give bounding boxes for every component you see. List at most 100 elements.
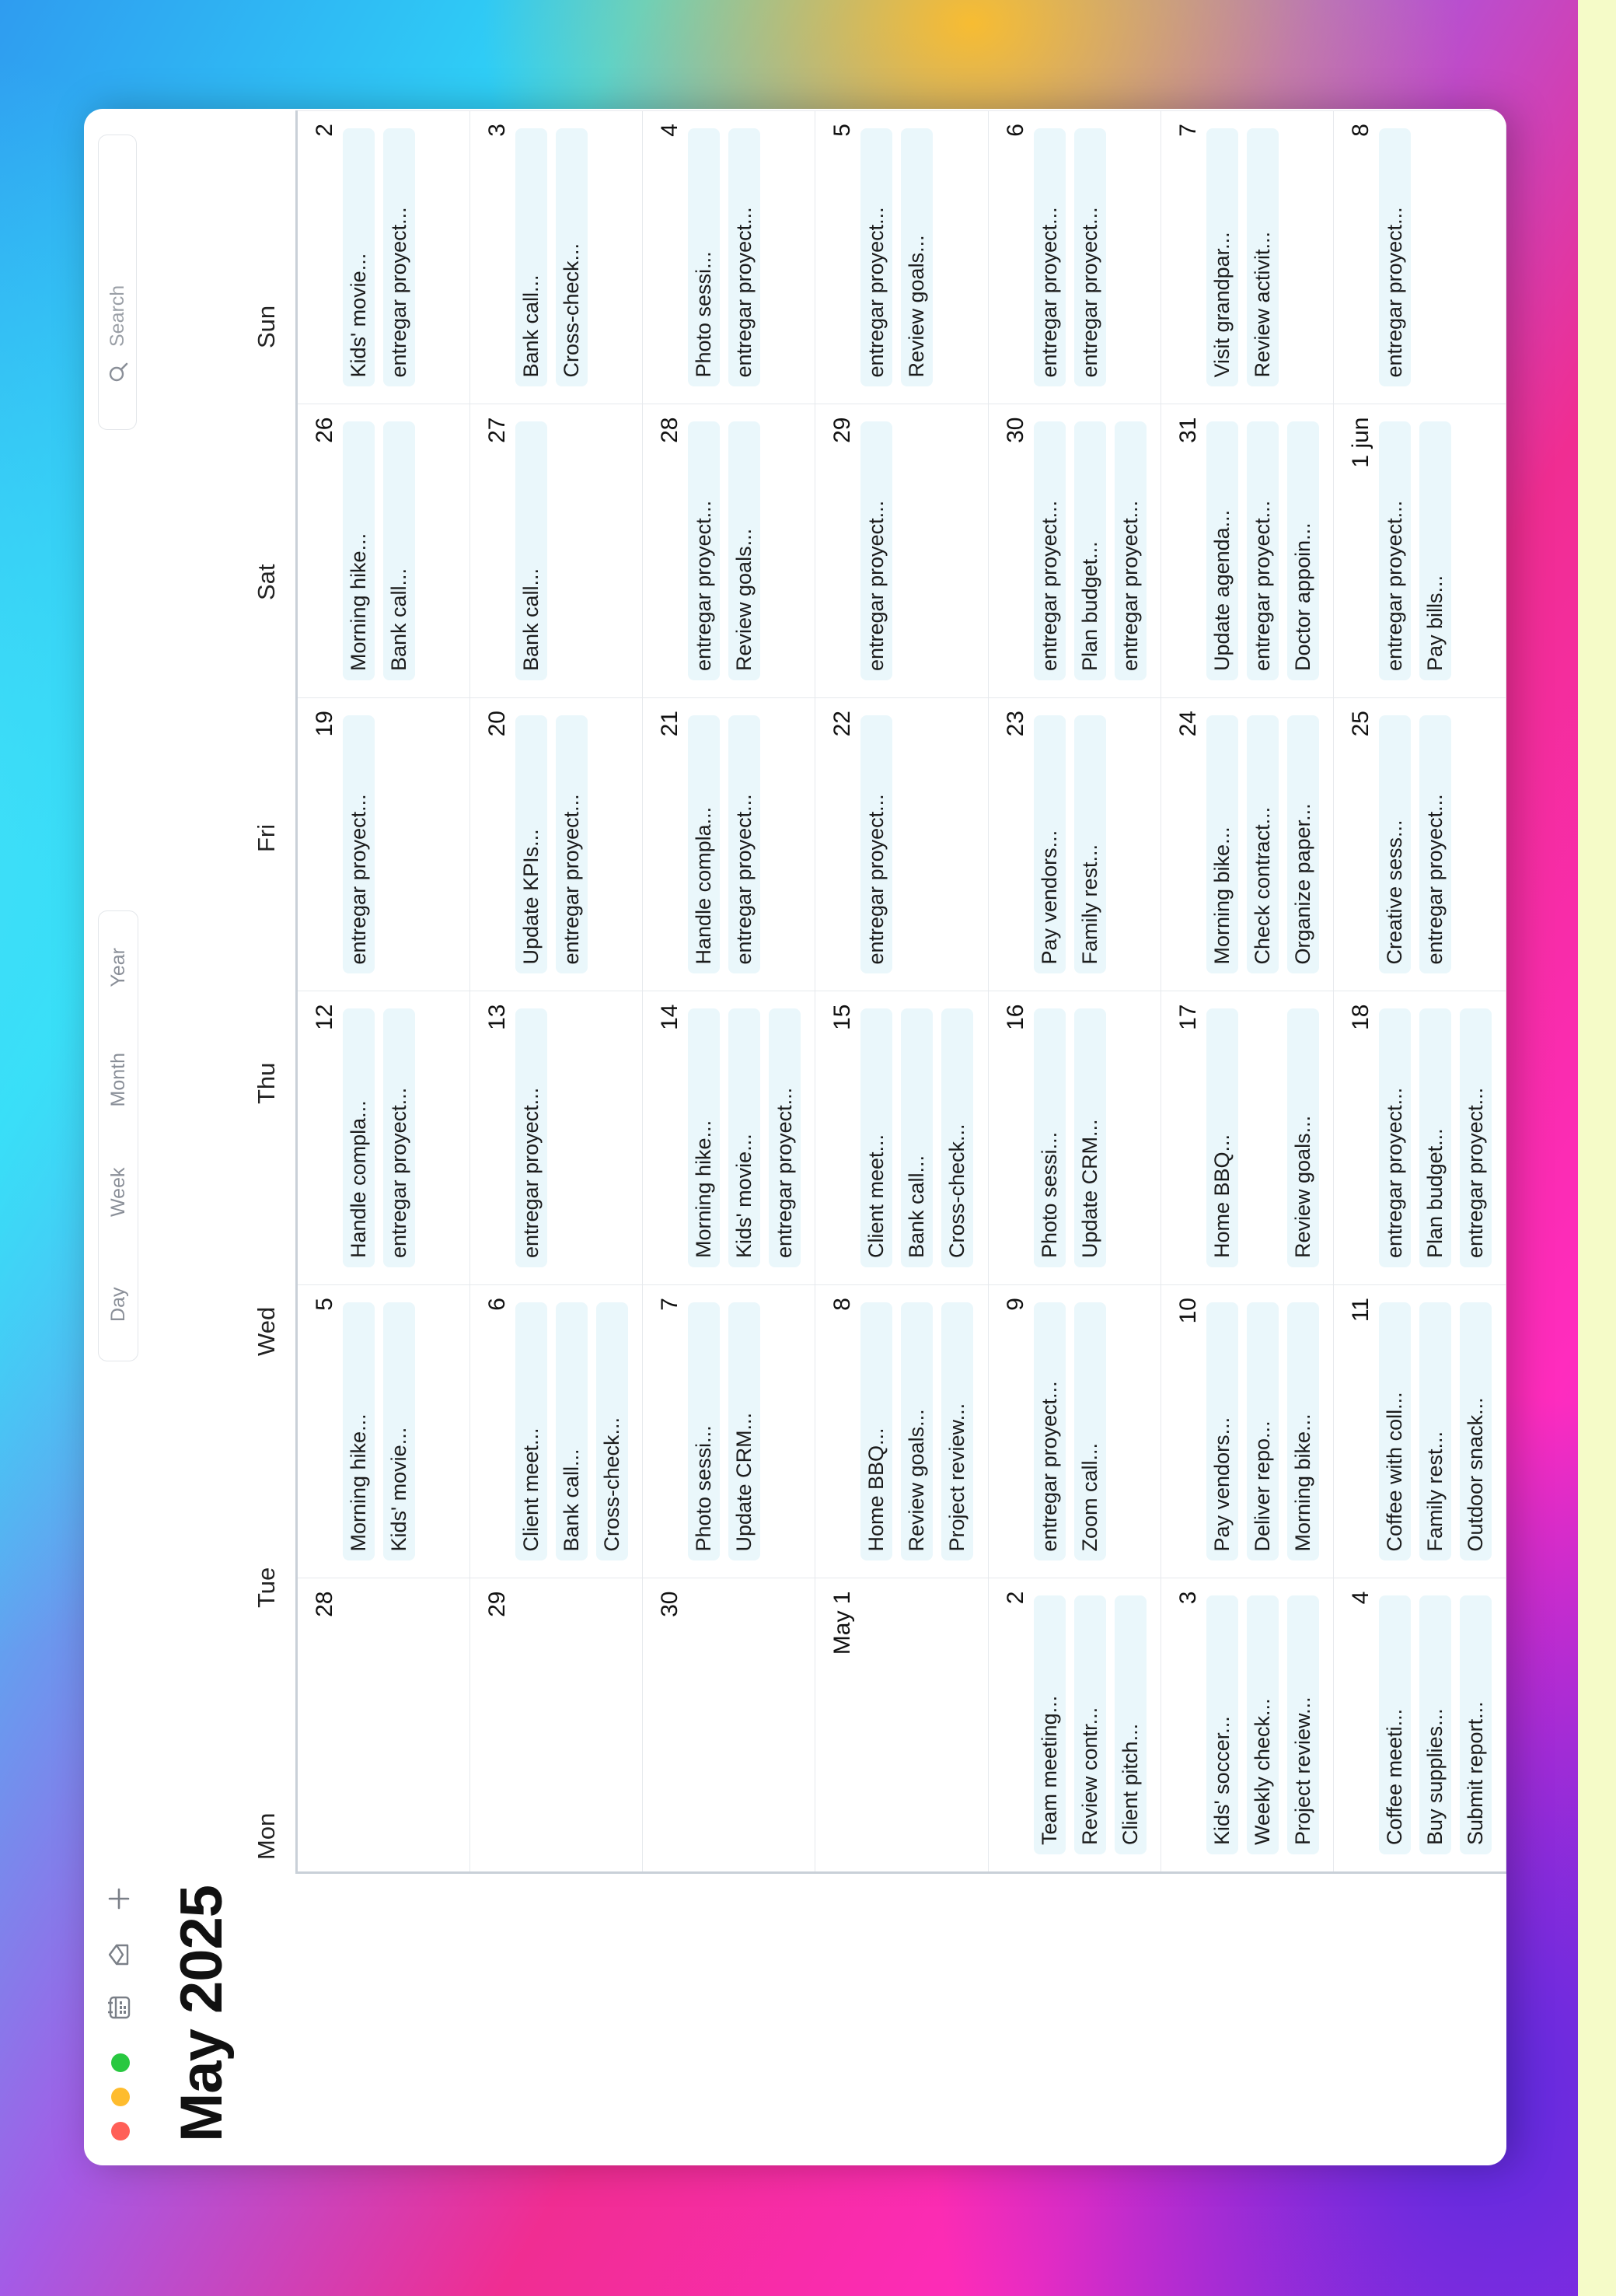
day-cell[interactable]: 10 Pay vendors... Deliver repo... Morning b…: [1161, 1284, 1334, 1578]
event-chip[interactable]: entregar proyect...: [1114, 421, 1147, 680]
event-chip[interactable]: Pay vendors...: [1206, 1302, 1238, 1561]
event-chip[interactable]: entregar proyect...: [383, 1008, 415, 1267]
event-chip[interactable]: Review goals...: [1286, 1008, 1319, 1267]
event-chip[interactable]: Zoom call...: [1073, 1302, 1106, 1561]
event-chip[interactable]: Team meeting...: [1033, 1595, 1066, 1854]
event-chip[interactable]: Project review...: [941, 1302, 974, 1561]
event-chip[interactable]: entregar proyect...: [1378, 421, 1411, 680]
day-cell[interactable]: 23 Pay vendors... Family rest...: [988, 697, 1161, 991]
day-cell[interactable]: 27 Bank call...: [470, 404, 644, 697]
event-chip[interactable]: Kids' movie...: [383, 1302, 415, 1561]
event-chip[interactable]: Update CRM...: [1073, 1008, 1106, 1267]
event-chip[interactable]: entregar proyect...: [688, 421, 721, 680]
day-cell[interactable]: 5 entregar proyect... Review goals...: [815, 110, 989, 404]
day-cell[interactable]: 9 entregar proyect... Zoom call...: [988, 1284, 1161, 1578]
event-chip[interactable]: Review goals...: [728, 421, 761, 680]
day-cell[interactable]: 30 entregar proyect... Plan budget... entre…: [988, 404, 1161, 697]
search-input[interactable]: Search: [98, 135, 137, 430]
day-cell[interactable]: 7 Visit grandpar... Review activit...: [1161, 110, 1334, 404]
event-chip[interactable]: entregar proyect...: [343, 715, 375, 974]
event-chip[interactable]: Check contract...: [1246, 715, 1279, 974]
event-chip[interactable]: Morning hike...: [343, 421, 375, 680]
event-chip[interactable]: Photo sessi...: [688, 128, 721, 387]
tab-year[interactable]: Year: [99, 911, 138, 1024]
close-window-button[interactable]: [111, 2122, 130, 2140]
event-chip[interactable]: Client pitch...: [1114, 1595, 1147, 1854]
event-chip[interactable]: Bank call...: [515, 421, 548, 680]
day-cell[interactable]: 21 Handle compla... entregar proyect...: [643, 697, 816, 991]
zoom-window-button[interactable]: [111, 2053, 130, 2072]
day-cell[interactable]: 12 Handle compla... entregar proyect...: [298, 991, 471, 1284]
event-chip[interactable]: Outdoor snack...: [1459, 1302, 1492, 1561]
day-cell[interactable]: 28: [298, 1578, 471, 1871]
day-cell[interactable]: 8 entregar proyect...: [1333, 110, 1506, 404]
event-chip[interactable]: Photo sessi...: [688, 1302, 721, 1561]
event-chip[interactable]: Submit report...: [1459, 1595, 1492, 1854]
event-chip[interactable]: Organize paper...: [1286, 715, 1319, 974]
day-cell[interactable]: 3 Kids' soccer... Weekly check... Project r…: [1161, 1578, 1334, 1871]
event-chip[interactable]: Home BBQ...: [1206, 1008, 1238, 1267]
event-chip[interactable]: entregar proyect...: [1073, 128, 1106, 387]
event-chip[interactable]: Kids' soccer...: [1206, 1595, 1238, 1854]
day-cell[interactable]: 8 Home BBQ... Review goals... Project revie…: [815, 1284, 989, 1578]
event-chip[interactable]: Plan budget...: [1073, 421, 1106, 680]
day-cell[interactable]: 13 entregar proyect...: [470, 991, 644, 1284]
event-chip[interactable]: Review contr...: [1073, 1595, 1106, 1854]
event-chip[interactable]: Coffee meeti...: [1378, 1595, 1411, 1854]
event-chip[interactable]: Bank call...: [383, 421, 415, 680]
event-chip[interactable]: Cross-check...: [596, 1302, 629, 1561]
event-chip[interactable]: entregar proyect...: [860, 715, 893, 974]
day-cell[interactable]: 7 Photo sessi... Update CRM...: [643, 1284, 816, 1578]
event-chip[interactable]: Handle compla...: [343, 1008, 375, 1267]
event-chip[interactable]: Bank call...: [556, 1302, 588, 1561]
day-cell[interactable]: 2 Team meeting... Review contr... Client pi…: [988, 1578, 1161, 1871]
day-cell[interactable]: 29 entregar proyect...: [815, 404, 989, 697]
event-chip[interactable]: Morning bike...: [1286, 1302, 1319, 1561]
day-cell[interactable]: 28 entregar proyect... Review goals...: [643, 404, 816, 697]
event-chip[interactable]: entregar proyect...: [860, 128, 893, 387]
event-chip[interactable]: entregar proyect...: [1378, 128, 1411, 387]
event-chip[interactable]: Morning hike...: [688, 1008, 721, 1267]
event-chip[interactable]: Review activit...: [1246, 128, 1279, 387]
event-chip[interactable]: Pay bills...: [1419, 421, 1451, 680]
day-cell[interactable]: 17 Home BBQ... Review goals...: [1161, 991, 1334, 1284]
day-cell[interactable]: 31 Update agenda... entregar proyect... Doc…: [1161, 404, 1334, 697]
day-cell[interactable]: 26 Morning hike... Bank call...: [298, 404, 471, 697]
day-cell[interactable]: 18 entregar proyect... Plan budget... entre…: [1333, 991, 1506, 1284]
event-chip[interactable]: Client meet...: [860, 1008, 893, 1267]
event-chip[interactable]: entregar proyect...: [728, 715, 761, 974]
event-chip[interactable]: Home BBQ...: [860, 1302, 893, 1561]
day-cell[interactable]: 16 Photo sessi... Update CRM...: [988, 991, 1161, 1284]
event-chip[interactable]: entregar proyect...: [515, 1008, 548, 1267]
event-chip[interactable]: Buy supplies...: [1419, 1595, 1451, 1854]
event-chip[interactable]: Deliver repo...: [1246, 1302, 1279, 1561]
event-chip[interactable]: Plan budget...: [1419, 1008, 1451, 1267]
event-chip[interactable]: entregar proyect...: [556, 715, 588, 974]
event-chip[interactable]: Review goals...: [901, 1302, 934, 1561]
event-chip[interactable]: Review goals...: [901, 128, 934, 387]
day-cell[interactable]: 4 Coffee meeti... Buy supplies... Submit re…: [1333, 1578, 1506, 1871]
event-chip[interactable]: entregar proyect...: [1246, 421, 1279, 680]
event-chip[interactable]: Cross-check...: [556, 128, 588, 387]
calendar-list-icon[interactable]: [106, 1994, 132, 2021]
day-cell[interactable]: 2 Kids' movie... entregar proyect...: [298, 110, 471, 404]
minimize-window-button[interactable]: [111, 2088, 130, 2106]
event-chip[interactable]: Photo sessi...: [1033, 1008, 1066, 1267]
event-chip[interactable]: Update CRM...: [728, 1302, 761, 1561]
event-chip[interactable]: entregar proyect...: [1033, 128, 1066, 387]
event-chip[interactable]: Bank call...: [515, 128, 548, 387]
event-chip[interactable]: entregar proyect...: [1033, 1302, 1066, 1561]
day-cell[interactable]: 5 Morning hike... Kids' movie...: [298, 1284, 471, 1578]
day-cell[interactable]: 3 Bank call... Cross-check...: [470, 110, 644, 404]
day-cell[interactable]: 20 Update KPIs... entregar proyect...: [470, 697, 644, 991]
event-chip[interactable]: entregar proyect...: [769, 1008, 801, 1267]
day-cell[interactable]: 30: [643, 1578, 816, 1871]
event-chip[interactable]: Creative sess...: [1378, 715, 1411, 974]
day-cell[interactable]: 19 entregar proyect...: [298, 697, 471, 991]
event-chip[interactable]: entregar proyect...: [1378, 1008, 1411, 1267]
day-cell[interactable]: 25 Creative sess... entregar proyect...: [1333, 697, 1506, 991]
event-chip[interactable]: Kids' movie...: [343, 128, 375, 387]
day-cell[interactable]: 6 entregar proyect... entregar proyect...: [988, 110, 1161, 404]
event-chip[interactable]: Coffee with coll...: [1378, 1302, 1411, 1561]
event-chip[interactable]: entregar proyect...: [1459, 1008, 1492, 1267]
